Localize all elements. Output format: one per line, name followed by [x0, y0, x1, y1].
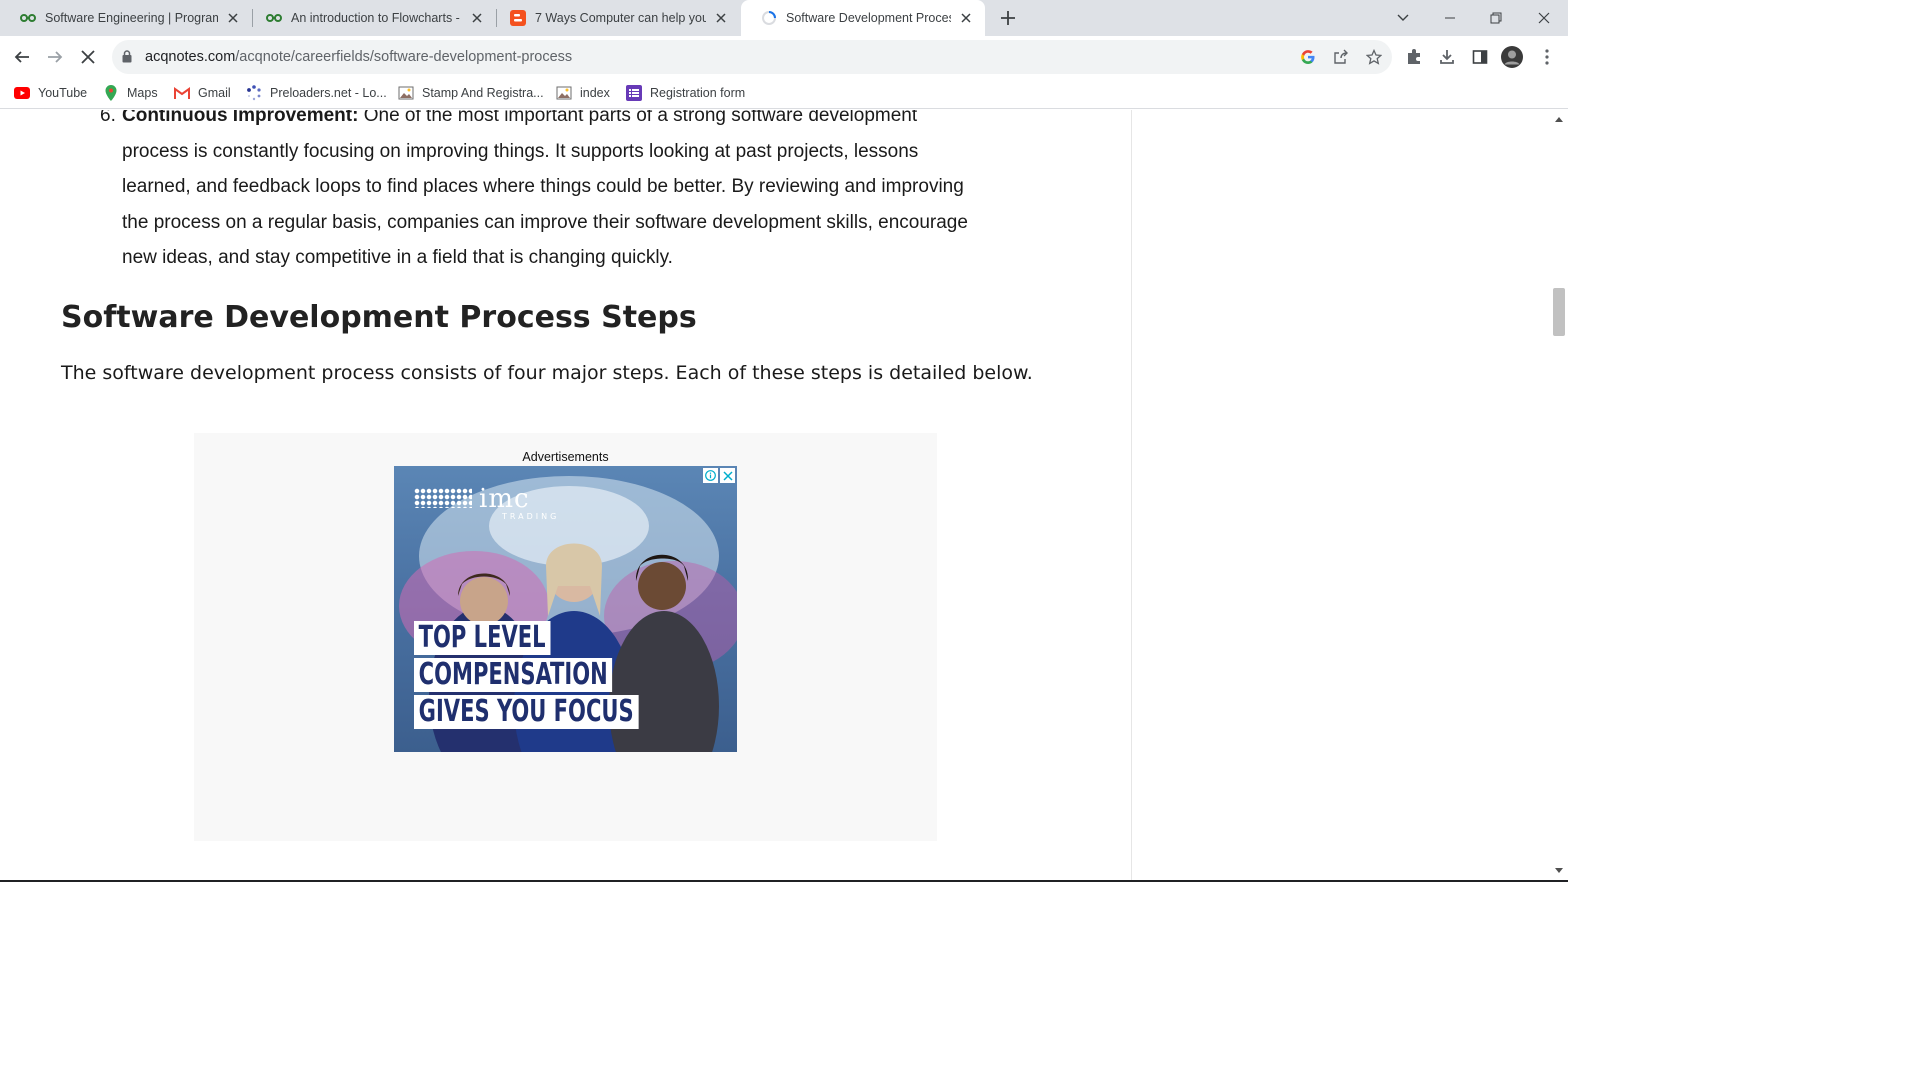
profile-avatar[interactable]	[1501, 46, 1523, 68]
form-icon	[626, 85, 642, 101]
maps-icon	[103, 85, 119, 101]
list-line-1: Continuous Improvement: One of the most …	[122, 110, 1061, 134]
ad-info-icon[interactable]	[703, 468, 718, 483]
advertisement-container: Advertisements imc TRADING TOP LEVEL COM…	[194, 433, 937, 841]
bookmark-maps[interactable]: Maps	[103, 83, 158, 103]
page-scrollbar[interactable]	[1550, 110, 1568, 882]
bookmark-preloaders[interactable]: Preloaders.net - Lo...	[246, 83, 387, 103]
bookmark-label: Maps	[127, 86, 158, 100]
brand-dots-pattern	[414, 488, 472, 508]
tab-title: Software Engineering | Program	[45, 11, 218, 25]
advertisement-label: Advertisements	[522, 450, 609, 464]
extensions-icon[interactable]	[1403, 46, 1425, 68]
list-line-4: the process on a regular basis, companie…	[122, 211, 968, 233]
close-icon[interactable]	[224, 9, 242, 27]
tab-title: Software Development Process	[786, 11, 951, 25]
loading-icon	[761, 10, 777, 26]
bookmark-label: Registration form	[650, 86, 746, 100]
close-icon[interactable]	[712, 9, 730, 27]
tab-title: An introduction to Flowcharts - (	[291, 11, 462, 25]
page-viewport: 6. Continuous Improvement: One of the mo…	[0, 110, 1550, 882]
sidebar-divider	[1131, 110, 1132, 882]
bookmark-gmail[interactable]: Gmail	[174, 83, 231, 103]
bookmark-label: index	[580, 86, 610, 100]
glasses-icon	[20, 10, 36, 26]
image-icon	[556, 85, 572, 101]
ad-brand-name: imc	[479, 484, 530, 514]
close-icon[interactable]	[468, 9, 486, 27]
intro-paragraph: The software development process consist…	[61, 362, 1033, 384]
scroll-up-arrow-icon[interactable]	[1554, 114, 1564, 124]
list-line-2: process is constantly focusing on improv…	[122, 140, 919, 162]
ad-banner[interactable]: imc TRADING TOP LEVEL COMPENSATION GIVES…	[394, 466, 737, 752]
list-item-continuous-improvement: 6. Continuous Improvement: One of the mo…	[61, 110, 1061, 276]
glasses-icon	[266, 10, 282, 26]
lock-icon[interactable]	[122, 50, 132, 68]
ad-close-icon[interactable]	[720, 468, 735, 483]
bookmarks-bar: YouTube Maps Gmail Preloaders.net - Lo..…	[0, 77, 1568, 109]
bookmark-label: Preloaders.net - Lo...	[270, 86, 387, 100]
google-icon[interactable]	[1299, 48, 1317, 66]
gmail-icon	[174, 85, 190, 101]
tab-strip: Software Engineering | Program An introd…	[0, 0, 1568, 36]
url-path: /acqnote/careerfields/software-developme…	[235, 49, 573, 65]
image-icon	[398, 85, 414, 101]
tab-search-button[interactable]	[1380, 0, 1426, 36]
menu-icon[interactable]	[1536, 46, 1558, 68]
window-bottom-border	[0, 880, 1568, 882]
browser-toolbar: acqnotes.com/acqnote/careerfields/softwa…	[0, 36, 1568, 77]
restore-button[interactable]	[1473, 0, 1519, 36]
minimize-button[interactable]	[1427, 0, 1473, 36]
ad-headline-line-1: TOP LEVEL	[414, 621, 551, 655]
bookmark-label: YouTube	[38, 86, 88, 100]
url-text[interactable]: acqnotes.com/acqnote/careerfields/softwa…	[145, 49, 572, 65]
back-button[interactable]	[8, 43, 36, 71]
ad-headline-line-3: GIVES YOU FOCUS	[414, 695, 639, 729]
list-line-3: learned, and feedback loops to find plac…	[122, 176, 964, 197]
address-bar[interactable]: acqnotes.com/acqnote/careerfields/softwa…	[112, 40, 1392, 74]
stop-loading-button[interactable]	[74, 43, 102, 71]
list-item-term: Continuous Improvement:	[122, 110, 359, 126]
bookmark-index[interactable]: index	[556, 83, 610, 103]
bookmark-registration-form[interactable]: Registration form	[626, 83, 745, 103]
bookmark-label: Gmail	[198, 86, 231, 100]
forward-button[interactable]	[41, 43, 69, 71]
download-icon[interactable]	[1436, 46, 1458, 68]
list-line-5: new ideas, and stay competitive in a fie…	[122, 247, 673, 268]
close-window-button[interactable]	[1521, 0, 1567, 36]
ad-headline-line-2: COMPENSATION	[414, 658, 613, 692]
star-icon[interactable]	[1365, 48, 1383, 66]
share-icon[interactable]	[1332, 48, 1350, 66]
tab-flowcharts[interactable]: An introduction to Flowcharts - (	[246, 0, 496, 36]
ad-brand-sub: TRADING	[502, 512, 560, 521]
side-panel-icon[interactable]	[1469, 46, 1491, 68]
close-icon[interactable]	[957, 9, 975, 27]
scroll-down-arrow-icon[interactable]	[1554, 866, 1564, 876]
new-tab-button[interactable]	[996, 6, 1020, 30]
bookmark-label: Stamp And Registra...	[422, 86, 544, 100]
tab-7-ways-computer[interactable]: 7 Ways Computer can help you:	[490, 0, 740, 36]
list-line-1-text: One of the most important parts of a str…	[358, 110, 918, 126]
bookmark-stamp-and-registration[interactable]: Stamp And Registra...	[398, 83, 544, 103]
bookmark-youtube[interactable]: YouTube	[14, 83, 87, 103]
section-heading: Software Development Process Steps	[61, 300, 697, 335]
url-host: acqnotes.com	[145, 49, 236, 65]
blogger-icon	[510, 10, 526, 26]
list-number: 6.	[100, 110, 116, 126]
scroll-thumb[interactable]	[1553, 288, 1565, 336]
youtube-icon	[14, 85, 30, 101]
spinner-icon	[246, 85, 262, 101]
tab-software-engineering[interactable]: Software Engineering | Program	[0, 0, 252, 36]
tab-title: 7 Ways Computer can help you:	[535, 11, 706, 25]
tab-software-development-process[interactable]: Software Development Process	[741, 0, 985, 36]
